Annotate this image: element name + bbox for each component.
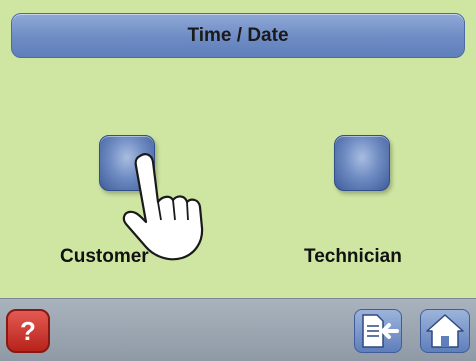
svg-text:?: ? (20, 316, 36, 346)
technician-label: Technician (304, 246, 402, 267)
bottom-bar (0, 298, 476, 361)
title-bar: Time / Date (11, 13, 465, 58)
exit-arrow-icon (362, 314, 399, 348)
help-button[interactable]: ? (6, 309, 50, 353)
exit-button[interactable] (354, 309, 402, 353)
home-icon (426, 314, 464, 348)
hand-pointer-icon (122, 153, 204, 261)
page-title: Time / Date (187, 24, 289, 46)
question-icon: ? (20, 316, 36, 346)
home-button[interactable] (420, 309, 470, 353)
main-screen: Time / Date Customer Technician (0, 0, 476, 298)
technician-button[interactable] (334, 135, 390, 191)
